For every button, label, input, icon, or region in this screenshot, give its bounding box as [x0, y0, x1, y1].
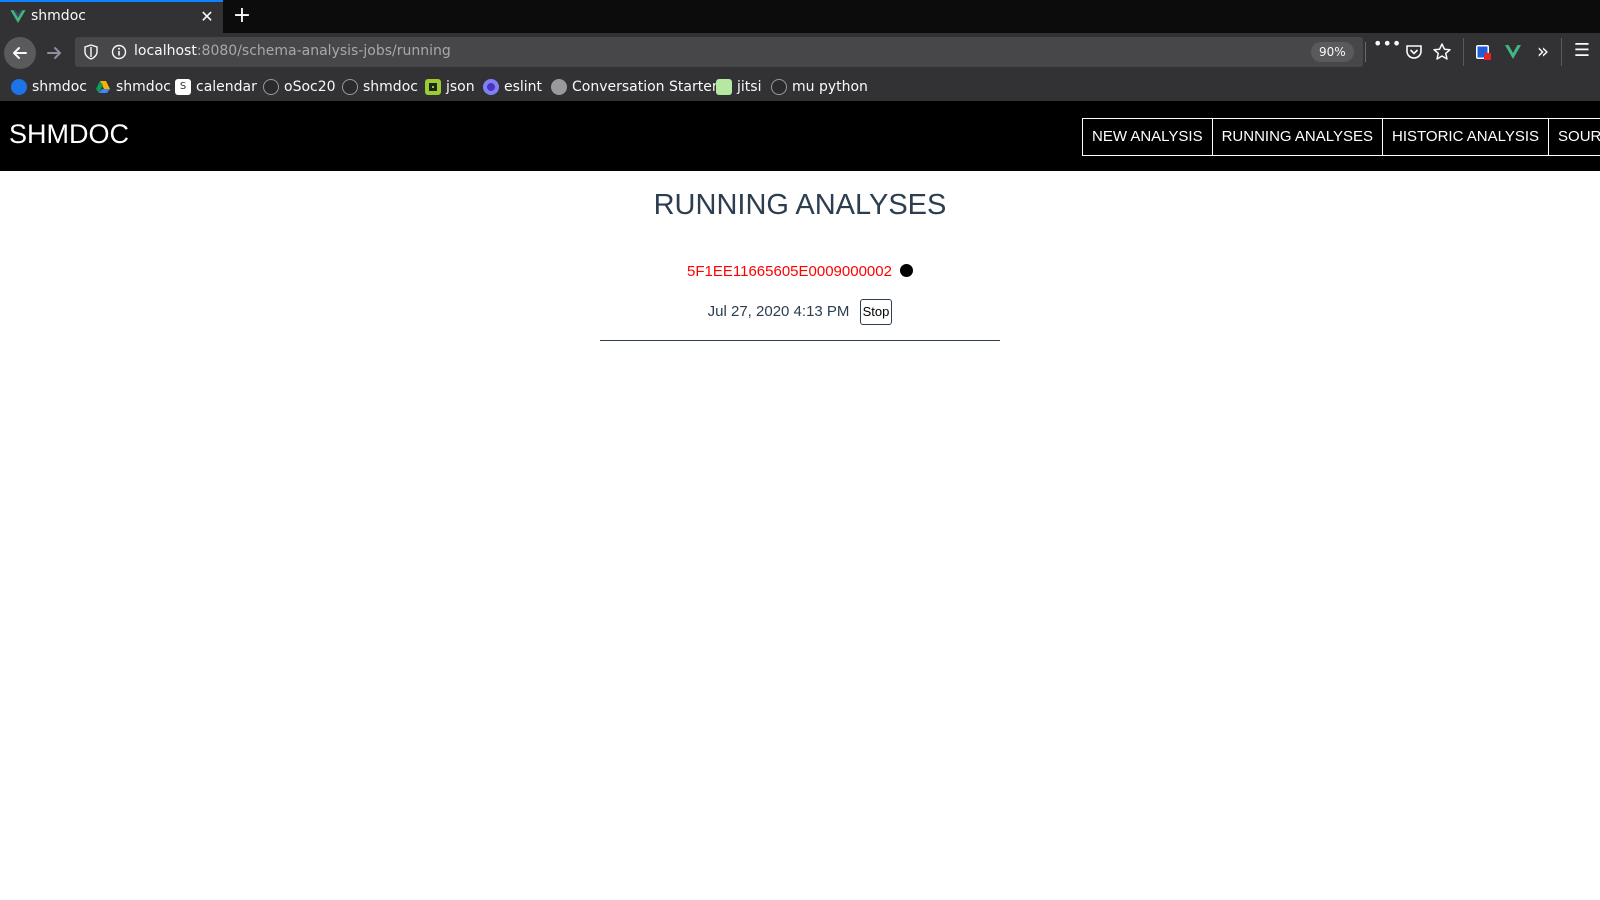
json-icon [425, 79, 441, 95]
browser-tab[interactable]: shmdoc ✕ [0, 0, 223, 33]
back-button[interactable] [4, 37, 36, 69]
tracking-protection-shield-icon[interactable] [83, 44, 99, 60]
extension-icon[interactable] [1472, 41, 1494, 63]
bookmark-label: shmdoc [116, 79, 171, 95]
bookmark-item[interactable]: mu python [771, 78, 868, 96]
bookmark-label: eslint [504, 79, 543, 95]
url-host: localhost [134, 43, 197, 59]
bookmark-label: jitsi [737, 79, 762, 95]
arrow-right-icon [47, 47, 61, 59]
close-tab-icon[interactable]: ✕ [197, 7, 217, 27]
bookmark-label: Conversation Starter [572, 79, 718, 95]
toolbar-separator [1463, 38, 1464, 66]
bookmark-item[interactable]: Conversation Starter [551, 78, 718, 96]
app-header: SHMDOC NEW ANALYSIS RUNNING ANALYSES HIS… [0, 101, 1600, 171]
url-path: :8080/schema-analysis-jobs/running [196, 43, 451, 59]
bookmark-label: mu python [792, 79, 868, 95]
bookmark-item[interactable]: S calendar [175, 78, 257, 96]
bookmark-item[interactable]: shmdoc [95, 78, 171, 96]
job-item: 5F1EE11665605E0009000002 [0, 261, 1600, 280]
vue-devtools-icon[interactable] [1502, 41, 1524, 63]
bookmark-label: json [446, 79, 475, 95]
bookmark-item[interactable]: json [425, 78, 475, 96]
new-tab-button[interactable]: + [230, 4, 254, 28]
forward-button[interactable] [38, 37, 70, 69]
stop-job-button[interactable]: Stop [859, 299, 893, 325]
arrow-left-icon [13, 47, 27, 59]
github-icon [263, 79, 279, 95]
vue-favicon-icon [10, 10, 26, 23]
menu-icon[interactable]: ☰ [1571, 40, 1593, 62]
bookmarks-toolbar: shmdoc shmdoc S calendar oSoc20 shmdoc j… [0, 73, 1600, 101]
overflow-chevron-icon[interactable]: » [1532, 40, 1554, 62]
bookmark-item[interactable]: shmdoc [342, 78, 418, 96]
pocket-icon[interactable] [1403, 41, 1425, 63]
site-info-icon[interactable] [111, 44, 127, 60]
navigation-toolbar: localhost:8080/schema-analysis-jobs/runn… [0, 33, 1600, 73]
github-icon [771, 79, 787, 95]
bookmark-label: shmdoc [363, 79, 418, 95]
bookmark-label: calendar [196, 79, 257, 95]
page-title: RUNNING ANALYSES [653, 189, 947, 221]
nav-sources[interactable]: SOURCES [1548, 118, 1600, 156]
url-bar[interactable]: localhost:8080/schema-analysis-jobs/runn… [75, 37, 1366, 67]
main-nav: NEW ANALYSIS RUNNING ANALYSES HISTORIC A… [1082, 118, 1600, 156]
job-timestamp: Jul 27, 2020 4:13 PM [707, 302, 850, 320]
eslint-icon [483, 79, 499, 95]
bookmark-item[interactable]: oSoc20 [263, 78, 336, 96]
bookmark-item[interactable]: eslint [483, 78, 542, 96]
job-meta: Jul 27, 2020 4:13 PM Stop [0, 299, 1600, 325]
bookmark-star-icon[interactable] [1431, 41, 1453, 63]
more-icon[interactable]: ••• [1373, 33, 1401, 55]
github-icon [342, 79, 358, 95]
zoom-level-badge[interactable]: 90% [1311, 42, 1354, 62]
jitsi-icon [716, 79, 732, 95]
calendar-icon: S [175, 79, 191, 95]
nav-new-analysis[interactable]: NEW ANALYSIS [1082, 118, 1213, 156]
bookmark-item[interactable]: shmdoc [11, 78, 87, 96]
app-brand[interactable]: SHMDOC [9, 119, 129, 150]
drive-icon [96, 81, 110, 93]
globe-icon [551, 79, 567, 95]
job-id-link[interactable]: 5F1EE11665605E0009000002 [687, 263, 892, 280]
nextcloud-icon [11, 79, 27, 95]
job-status-dot [899, 264, 913, 277]
tab-title: shmdoc [31, 8, 86, 24]
url-bar-separator [1365, 42, 1366, 62]
nav-running-analyses[interactable]: RUNNING ANALYSES [1211, 118, 1384, 156]
toolbar-separator-2 [1561, 38, 1562, 66]
bookmark-label: oSoc20 [284, 79, 336, 95]
bookmark-label: shmdoc [32, 79, 87, 95]
bookmark-item[interactable]: jitsi [716, 78, 761, 96]
nav-historic-analysis[interactable]: HISTORIC ANALYSIS [1382, 118, 1550, 156]
job-divider [600, 340, 1000, 341]
url-text[interactable]: localhost:8080/schema-analysis-jobs/runn… [134, 43, 451, 59]
tab-strip: shmdoc ✕ + [0, 0, 1600, 33]
